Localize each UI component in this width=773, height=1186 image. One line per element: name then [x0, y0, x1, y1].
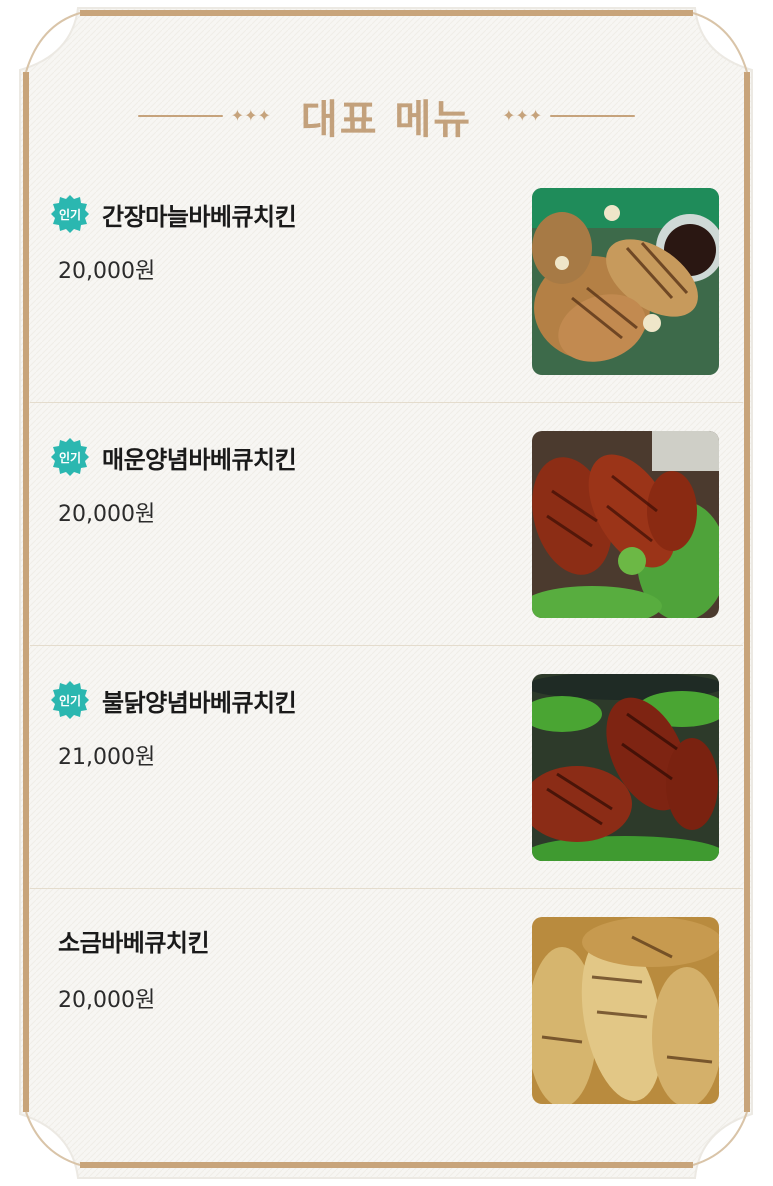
title-line-right: [550, 115, 636, 117]
menu-item[interactable]: 인기 매운양념바베큐치킨 20,000원: [30, 403, 743, 646]
menu-item-name: 매운양념바베큐치킨: [102, 445, 297, 474]
menu-item-price: 20,000원: [58, 502, 156, 527]
popular-badge: 인기: [50, 680, 90, 720]
menu-item-price: 21,000원: [58, 745, 156, 770]
menu-item-name: 불닭양념바베큐치킨: [102, 688, 297, 717]
menu-item-price: 20,000원: [58, 259, 156, 284]
menu-item-name: 소금바베큐치킨: [58, 929, 210, 957]
soy-garlic-chicken-photo[interactable]: [532, 188, 719, 375]
popular-badge: 인기: [50, 194, 90, 234]
diamond-ornament-right-icon: ✦✦✦: [502, 106, 543, 125]
menu-item-name-row: 소금바베큐치킨: [50, 923, 210, 958]
badge-label: 인기: [58, 450, 82, 465]
chicken-photo-icon: [532, 431, 719, 618]
popular-badge: 인기: [50, 437, 90, 477]
chicken-photo-icon: [532, 188, 719, 375]
badge-label: 인기: [58, 693, 82, 708]
menu-card-frame: ✦✦✦ 대표 메뉴 ✦✦✦ 인기 간장마늘바베큐치킨 20,000원 인기 매운…: [0, 0, 773, 1186]
spicy-chicken-photo[interactable]: [532, 431, 719, 618]
chicken-photo-icon: [532, 674, 719, 861]
section-title-row: ✦✦✦ 대표 메뉴 ✦✦✦: [0, 86, 773, 146]
menu-item-price: 20,000원: [58, 988, 156, 1013]
salt-chicken-photo[interactable]: [532, 917, 719, 1104]
menu-item-name-row: 인기 불닭양념바베큐치킨: [50, 680, 297, 720]
section-title: 대표 메뉴: [300, 97, 473, 143]
badge-label: 인기: [58, 207, 82, 222]
fire-chicken-photo[interactable]: [532, 674, 719, 861]
diamond-ornament-left-icon: ✦✦✦: [230, 106, 271, 125]
menu-item-name-row: 인기 매운양념바베큐치킨: [50, 437, 297, 477]
menu-item[interactable]: 소금바베큐치킨 20,000원: [30, 889, 743, 1132]
menu-list: 인기 간장마늘바베큐치킨 20,000원 인기 매운양념바베큐치킨 20,000…: [30, 160, 743, 1132]
menu-item-name-row: 인기 간장마늘바베큐치킨: [50, 194, 297, 234]
menu-item-name: 간장마늘바베큐치킨: [102, 202, 297, 231]
title-line-left: [137, 115, 223, 117]
menu-item[interactable]: 인기 간장마늘바베큐치킨 20,000원: [30, 160, 743, 403]
chicken-photo-icon: [532, 917, 719, 1104]
menu-item[interactable]: 인기 불닭양념바베큐치킨 21,000원: [30, 646, 743, 889]
